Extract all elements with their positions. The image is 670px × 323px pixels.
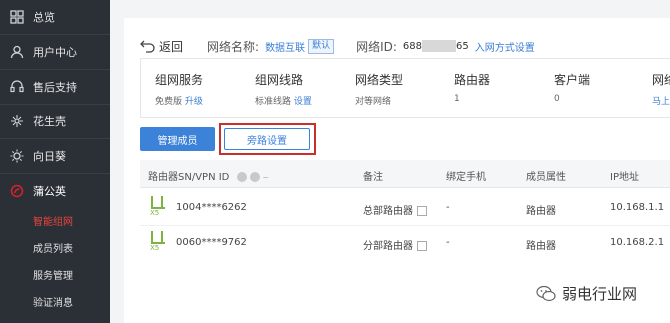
- watermark-text: 弱电行业网: [562, 285, 638, 303]
- join-method-link[interactable]: 入网方式设置: [475, 39, 535, 54]
- info-value: 对等网络: [355, 97, 392, 107]
- edit-icon[interactable]: [417, 241, 427, 251]
- network-name-value[interactable]: 数据互联: [265, 39, 305, 54]
- remark-cell: 分部路由器: [363, 237, 427, 252]
- member-table-header: 路由器SN/VPN ID ⌣ 备注 绑定手机 成员属性 IP地址: [140, 160, 670, 188]
- sub-item-label: 服务管理: [33, 270, 73, 282]
- bypass-settings-button[interactable]: 旁路设置: [224, 128, 310, 150]
- column-header-remark: 备注: [363, 172, 383, 183]
- filter-icons[interactable]: [236, 172, 260, 182]
- sub-item-service-management[interactable]: 服务管理: [0, 261, 110, 287]
- nav-item-user-center[interactable]: 用户中心: [0, 35, 110, 69]
- nav-label: 售后支持: [33, 81, 77, 94]
- network-info-panel: 组网服务 免费版 升级 组网线路 标准线路 设置 网络类型 对等网络 路由器 1…: [140, 58, 670, 118]
- sub-item-smart-networking[interactable]: 智能组网: [0, 207, 110, 233]
- back-arrow-icon: [140, 40, 155, 53]
- phone-cell: -: [446, 202, 450, 213]
- remark-cell: 总部路由器: [363, 202, 427, 217]
- grid-icon: [10, 10, 24, 24]
- sub-item-verification-messages[interactable]: 验证消息: [0, 288, 110, 314]
- member-type-cell: 路由器: [526, 241, 556, 252]
- headset-icon: [10, 80, 24, 93]
- network-header: 返回 网络名称: 数据互联 默认 网络ID: 688 65 入网方式设置: [140, 36, 535, 56]
- back-label: 返回: [159, 39, 184, 54]
- default-badge: 默认: [308, 38, 335, 54]
- network-id-prefix: 688: [402, 40, 422, 52]
- router-model-label: X5: [150, 244, 160, 252]
- info-value: 0: [554, 94, 560, 104]
- nav-label: 向日葵: [33, 150, 66, 163]
- table-row[interactable]: X5 0060****9762 分部路由器 - 路由器 10.168.2.1: [140, 225, 670, 259]
- member-type-cell: 路由器: [526, 206, 556, 217]
- nav-label: 总览: [33, 11, 55, 24]
- watermark: 弱电行业网: [536, 283, 637, 304]
- sunflower-icon: [10, 149, 24, 163]
- router-sn: 1004****6262: [176, 202, 247, 213]
- info-value: 马上: [652, 94, 670, 107]
- nav-item-overview[interactable]: 总览: [0, 0, 110, 34]
- manage-members-button[interactable]: 管理成员: [140, 127, 215, 151]
- info-heading: 网络类型: [355, 73, 404, 87]
- info-icon[interactable]: [236, 172, 247, 182]
- phone-cell: -: [446, 237, 450, 248]
- help-icon[interactable]: [249, 172, 260, 182]
- dandelion-icon: [10, 184, 24, 198]
- sub-item-label: 验证消息: [33, 297, 73, 309]
- nav-label: 蒲公英: [33, 185, 66, 198]
- info-value: 免费版 升级: [155, 97, 203, 107]
- sub-item-label: 成员列表: [33, 243, 73, 255]
- column-header-ip: IP地址: [610, 172, 639, 183]
- network-id-suffix: 65: [456, 40, 469, 52]
- info-value: 1: [454, 94, 460, 104]
- redaction-mask: [422, 40, 456, 52]
- info-heading: 路由器: [454, 73, 491, 87]
- nav-item-peanut[interactable]: 花生壳: [0, 104, 110, 138]
- sub-item-label: 智能组网: [33, 216, 73, 228]
- nav-item-sunflower[interactable]: 向日葵: [0, 139, 110, 173]
- sub-item-member-list[interactable]: 成员列表: [0, 234, 110, 260]
- column-header-member-type: 成员属性: [526, 172, 566, 183]
- line-settings-link[interactable]: 设置: [294, 97, 312, 107]
- column-header-phone: 绑定手机: [446, 172, 486, 183]
- back-button[interactable]: 返回: [140, 38, 183, 55]
- router-sn: 0060****9762: [176, 237, 247, 248]
- peanut-icon: [11, 115, 23, 127]
- edit-icon[interactable]: [417, 206, 427, 216]
- info-value: 标准线路 设置: [255, 97, 312, 107]
- network-action-link[interactable]: 马上: [652, 97, 670, 107]
- upgrade-link[interactable]: 升级: [185, 97, 203, 107]
- sidebar: 总览 用户中心 售后支持 花生壳 向日葵 蒲公英 智能组网 成员列表 服务管理 …: [0, 0, 110, 323]
- info-heading: 客户端: [554, 73, 591, 87]
- nav-label: 花生壳: [33, 115, 66, 128]
- user-icon: [10, 45, 24, 59]
- info-heading: 网络: [652, 73, 670, 87]
- ip-cell: 10.168.2.1: [610, 237, 665, 248]
- info-heading: 组网服务: [155, 73, 204, 87]
- router-model-label: X5: [150, 209, 160, 217]
- nav-item-support[interactable]: 售后支持: [0, 70, 110, 104]
- column-header-sn: 路由器SN/VPN ID ⌣: [148, 172, 269, 183]
- wechat-icon: [536, 285, 556, 301]
- network-id-label: 网络ID:: [356, 39, 397, 54]
- info-heading: 组网线路: [255, 73, 304, 87]
- ip-cell: 10.168.1.1: [610, 202, 665, 213]
- table-row[interactable]: X5 1004****6262 总部路由器 - 路由器 10.168.1.1: [140, 190, 670, 224]
- network-name-label: 网络名称:: [207, 39, 260, 54]
- eye-toggle-icon[interactable]: ⌣: [263, 173, 269, 183]
- nav-label: 用户中心: [33, 46, 77, 59]
- nav-item-dandelion[interactable]: 蒲公英: [0, 174, 110, 208]
